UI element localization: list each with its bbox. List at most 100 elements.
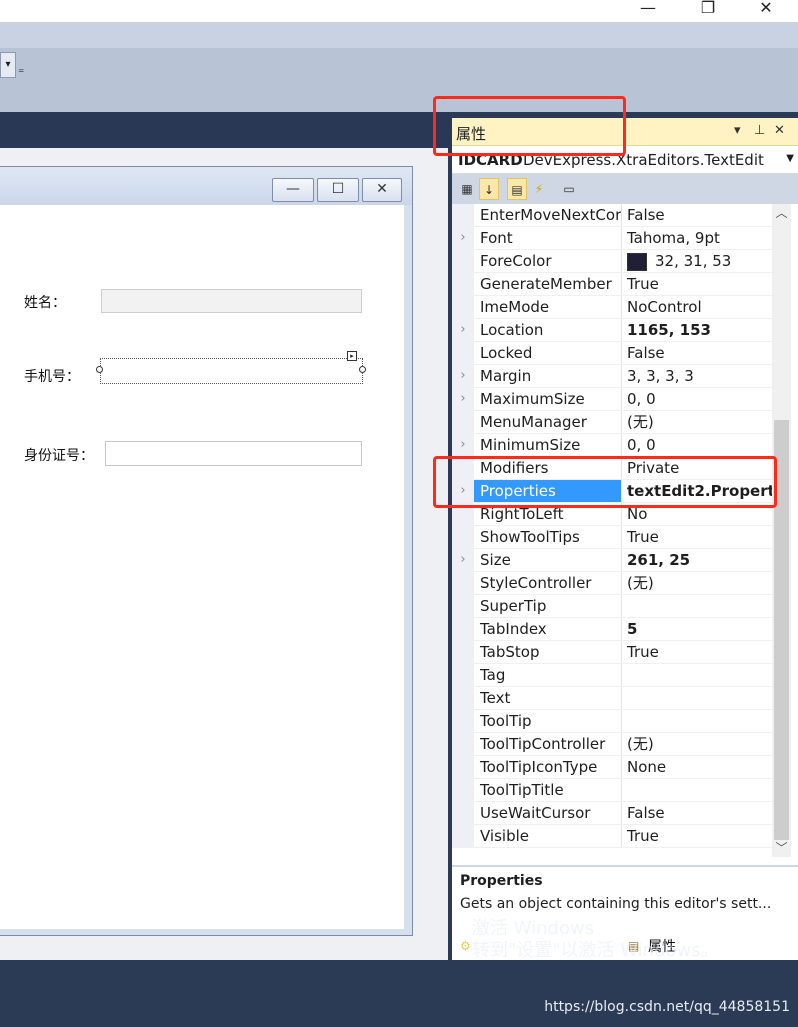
property-row[interactable]: Text: [452, 687, 772, 710]
property-value[interactable]: True: [623, 641, 772, 664]
property-pages-icon[interactable]: ▭: [559, 178, 579, 200]
property-row[interactable]: ToolTipTitle: [452, 779, 772, 802]
property-name[interactable]: TabStop: [474, 641, 622, 664]
property-value[interactable]: True: [623, 825, 772, 848]
property-name[interactable]: MinimumSize: [474, 434, 622, 457]
form-close-button[interactable]: ✕: [362, 178, 402, 202]
property-value[interactable]: [623, 710, 772, 733]
expand-icon[interactable]: ›: [452, 549, 474, 572]
property-value[interactable]: 261, 25: [623, 549, 772, 572]
property-row[interactable]: › MinimumSize 0, 0: [452, 434, 772, 457]
expand-icon[interactable]: ›: [452, 434, 474, 457]
property-value[interactable]: 32, 31, 53: [623, 250, 772, 273]
property-row[interactable]: ToolTip: [452, 710, 772, 733]
property-value[interactable]: Tahoma, 9pt: [623, 227, 772, 250]
property-value[interactable]: NoControl: [623, 296, 772, 319]
categorized-icon[interactable]: ▦: [457, 178, 477, 200]
property-name[interactable]: ToolTipIconType: [474, 756, 622, 779]
property-value[interactable]: 3, 3, 3, 3: [623, 365, 772, 388]
property-value[interactable]: [623, 687, 772, 710]
property-value[interactable]: [623, 779, 772, 802]
form-maximize-button[interactable]: ☐: [317, 178, 359, 202]
property-value[interactable]: (无): [623, 572, 772, 595]
property-name[interactable]: ToolTipController: [474, 733, 622, 756]
property-name[interactable]: ToolTip: [474, 710, 622, 733]
property-name[interactable]: Margin: [474, 365, 622, 388]
dropdown-icon[interactable]: ▾: [734, 123, 741, 138]
property-value[interactable]: [623, 664, 772, 687]
property-value[interactable]: False: [623, 204, 772, 227]
property-row[interactable]: › Location 1165, 153: [452, 319, 772, 342]
property-row[interactable]: ImeMode NoControl: [452, 296, 772, 319]
toolbar-dropdown-button[interactable]: ▾: [0, 52, 16, 78]
designed-form[interactable]: — ☐ ✕ 姓名： 手机号： ▸ 身份证号：: [0, 166, 413, 936]
property-name[interactable]: ForeColor: [474, 250, 622, 273]
property-row[interactable]: UseWaitCursor False: [452, 802, 772, 825]
properties-view-icon[interactable]: ▤: [507, 178, 527, 200]
property-name[interactable]: Visible: [474, 825, 622, 848]
property-value[interactable]: True: [623, 526, 772, 549]
property-value[interactable]: (无): [623, 411, 772, 434]
expand-icon[interactable]: ›: [452, 227, 474, 250]
property-name[interactable]: GenerateMember: [474, 273, 622, 296]
property-row[interactable]: GenerateMember True: [452, 273, 772, 296]
property-name[interactable]: Tag: [474, 664, 622, 687]
expand-icon[interactable]: ›: [452, 365, 474, 388]
property-name[interactable]: Locked: [474, 342, 622, 365]
property-row[interactable]: EnterMoveNextCor False: [452, 204, 772, 227]
property-row[interactable]: TabIndex 5: [452, 618, 772, 641]
name-field[interactable]: [101, 289, 362, 313]
close-icon[interactable]: ✕: [774, 123, 785, 138]
smart-tag-icon[interactable]: ▸: [347, 351, 357, 361]
property-row[interactable]: MenuManager (无): [452, 411, 772, 434]
property-row[interactable]: ToolTipController (无): [452, 733, 772, 756]
property-row[interactable]: › Font Tahoma, 9pt: [452, 227, 772, 250]
property-row[interactable]: Locked False: [452, 342, 772, 365]
property-grid-scrollbar[interactable]: ︿ ﹀: [772, 204, 791, 857]
property-row[interactable]: TabStop True: [452, 641, 772, 664]
property-name[interactable]: Font: [474, 227, 622, 250]
property-name[interactable]: EnterMoveNextCor: [474, 204, 622, 227]
phone-field[interactable]: [100, 358, 363, 384]
form-minimize-button[interactable]: —: [272, 178, 314, 202]
scroll-up-icon[interactable]: ︿: [772, 204, 791, 222]
property-row[interactable]: ForeColor 32, 31, 53: [452, 250, 772, 273]
property-name[interactable]: Text: [474, 687, 622, 710]
minimize-window-button[interactable]: —: [626, 0, 670, 22]
pin-icon[interactable]: ⊥: [754, 123, 765, 138]
close-window-button[interactable]: ✕: [744, 0, 788, 22]
property-row[interactable]: StyleController (无): [452, 572, 772, 595]
property-value[interactable]: (无): [623, 733, 772, 756]
property-value[interactable]: False: [623, 342, 772, 365]
property-value[interactable]: False: [623, 802, 772, 825]
property-row[interactable]: Visible True: [452, 825, 772, 848]
restore-window-button[interactable]: ❐: [686, 0, 730, 22]
property-name[interactable]: ImeMode: [474, 296, 622, 319]
expand-icon[interactable]: ›: [452, 319, 474, 342]
alphabetical-icon[interactable]: ↓: [479, 178, 499, 200]
property-value[interactable]: 0, 0: [623, 388, 772, 411]
property-name[interactable]: Location: [474, 319, 622, 342]
resize-handle-left[interactable]: [96, 366, 103, 373]
property-row[interactable]: › Size 261, 25: [452, 549, 772, 572]
property-name[interactable]: StyleController: [474, 572, 622, 595]
property-row[interactable]: Tag: [452, 664, 772, 687]
property-value[interactable]: [623, 595, 772, 618]
property-name[interactable]: TabIndex: [474, 618, 622, 641]
expand-icon[interactable]: ›: [452, 388, 474, 411]
property-name[interactable]: SuperTip: [474, 595, 622, 618]
property-row[interactable]: ToolTipIconType None: [452, 756, 772, 779]
toolbar-overflow-icon[interactable]: ₌: [18, 58, 32, 80]
property-name[interactable]: ToolTipTitle: [474, 779, 622, 802]
property-row[interactable]: SuperTip: [452, 595, 772, 618]
resize-handle-right[interactable]: [359, 366, 366, 373]
idcard-field[interactable]: [105, 441, 362, 466]
scroll-down-icon[interactable]: ﹀: [772, 839, 791, 857]
property-name[interactable]: MaximumSize: [474, 388, 622, 411]
property-value[interactable]: 0, 0: [623, 434, 772, 457]
events-icon[interactable]: ⚡: [529, 178, 549, 200]
property-name[interactable]: UseWaitCursor: [474, 802, 622, 825]
property-value[interactable]: True: [623, 273, 772, 296]
property-row[interactable]: › MaximumSize 0, 0: [452, 388, 772, 411]
property-value[interactable]: 1165, 153: [623, 319, 772, 342]
